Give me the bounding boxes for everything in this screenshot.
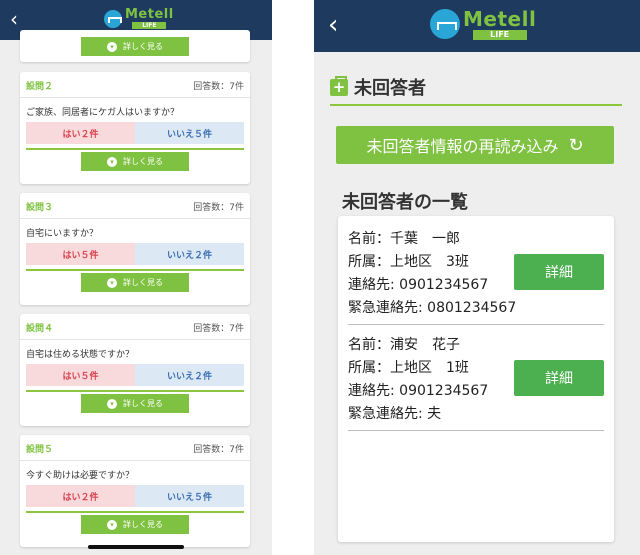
question-text: 自宅にいますか？ [26,229,99,239]
app-logo: Metell LIFE [104,8,174,29]
detail-button[interactable]: ▾ 詳しく見る [81,273,189,292]
divider [26,511,244,513]
detail-button[interactable]: 詳細 [514,360,604,396]
entry-name: 名前：千葉 一郎 [348,231,460,247]
chevron-down-icon: ▾ [107,398,117,409]
logo-sub: LIFE [132,22,167,29]
divider [26,269,244,271]
app-header: ‹ Metell LIFE [314,0,640,52]
question-number: 設問２ [26,82,54,92]
logo-name: Metell [463,7,537,31]
answer-count: 回答数：7件 [193,324,244,334]
detail-button-label: 詳しく見る [123,399,163,408]
answer-count: 回答数：7件 [193,82,244,92]
home-indicator [88,545,184,549]
section-divider [330,104,622,106]
entry-emergency-contact: 緊急連絡先: 0801234567 [348,300,517,316]
survey-results-screen: ‹ Metell LIFE ▾ 詳しく見る 設問２ 回答数：7件 ご家族、同居者… [0,0,272,555]
screenshot-stage: ‹ Metell LIFE ▾ 詳しく見る 設問２ 回答数：7件 ご家族、同居者… [0,0,640,555]
detail-button-label: 詳しく見る [123,278,163,287]
no-count-cell[interactable]: いいえ５件 [135,122,244,144]
back-chevron-icon[interactable]: ‹ [328,10,338,40]
question-card: 設問４ 回答数：7件 自宅は住める状態ですか？ はい５件 いいえ２件 ▾ 詳しく… [20,314,250,426]
yes-count-cell[interactable]: はい５件 [26,364,135,386]
logo-mark-icon [430,9,460,39]
reload-button[interactable]: 未回答者情報の再読み込み ↻ [336,126,614,164]
chevron-down-icon: ▾ [107,41,117,52]
logo-sub: LIFE [472,30,527,40]
chevron-down-icon: ▾ [107,519,117,530]
chevron-down-icon: ▾ [107,277,117,288]
entry-name: 名前：浦安 花子 [348,337,460,353]
detail-button[interactable]: ▾ 詳しく見る [81,515,189,534]
detail-button[interactable]: ▾ 詳しく見る [81,37,189,56]
answer-count: 回答数：7件 [193,203,244,213]
unanswered-list: 名前：千葉 一郎 所属：上地区 3班 連絡先: 0901234567 緊急連絡先… [338,216,614,542]
entry-emergency-contact: 緊急連絡先: 夫 [348,406,442,422]
divider [26,390,244,392]
first-aid-kit-icon [330,75,348,96]
question-number: 設問４ [26,324,54,334]
detail-button[interactable]: ▾ 詳しく見る [81,394,189,413]
section-title-text: 未回答者 [354,78,426,99]
yes-count-cell[interactable]: はい２件 [26,122,135,144]
detail-button-label: 詳しく見る [123,157,163,166]
chevron-down-icon: ▾ [107,156,117,167]
back-chevron-icon[interactable]: ‹ [10,8,18,30]
section-title: 未回答者 [330,74,426,100]
yes-count-cell[interactable]: はい５件 [26,243,135,265]
logo-mark-icon [104,9,123,28]
logo-name: Metell [125,7,174,22]
question-number: 設問３ [26,203,54,213]
question-card: 設問３ 回答数：7件 自宅にいますか？ はい５件 いいえ２件 ▾ 詳しく見る [20,193,250,305]
list-title: 未回答者の一覧 [342,192,468,213]
no-count-cell[interactable]: いいえ５件 [135,485,244,507]
entry-divider [348,324,604,325]
yes-count-cell[interactable]: はい２件 [26,485,135,507]
question-card: 設問５ 回答数：7件 今すぐ助けは必要ですか？ はい２件 いいえ５件 ▾ 詳しく… [20,435,250,547]
detail-button[interactable]: ▾ 詳しく見る [81,152,189,171]
detail-button-label: 詳しく見る [123,520,163,529]
detail-button-label: 詳しく見る [123,42,163,51]
question-text: ご家族、同居者にケガ人はいますか？ [26,108,180,118]
question-card-partial: ▾ 詳しく見る [20,30,250,62]
detail-button[interactable]: 詳細 [514,254,604,290]
no-count-cell[interactable]: いいえ２件 [135,243,244,265]
question-number: 設問５ [26,445,54,455]
no-count-cell[interactable]: いいえ２件 [135,364,244,386]
question-card: 設問２ 回答数：7件 ご家族、同居者にケガ人はいますか？ はい２件 いいえ５件 … [20,72,250,184]
divider [26,148,244,150]
refresh-icon: ↻ [568,134,584,156]
unanswered-screen: ‹ Metell LIFE 未回答者 未回答者情報の再読み込み ↻ 未回答者の一… [314,0,640,555]
app-logo: Metell LIFE [430,8,536,40]
question-text: 今すぐ助けは必要ですか？ [26,471,135,481]
entry-divider [348,430,604,431]
question-text: 自宅は住める状態ですか？ [26,350,135,360]
answer-count: 回答数：7件 [193,445,244,455]
reload-button-label: 未回答者情報の再読み込み [366,137,559,156]
